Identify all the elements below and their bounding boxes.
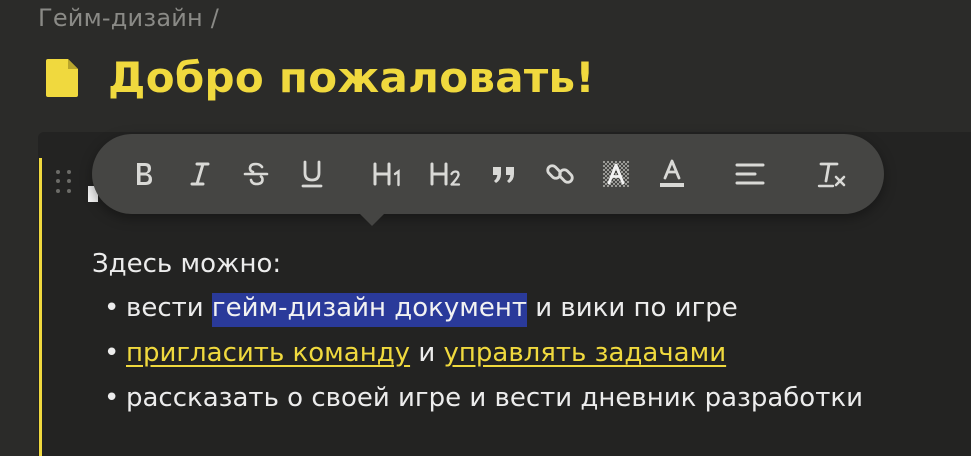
item-text: рассказать о своей игре и вести дневник … (126, 383, 863, 413)
page-header: Добро пожаловать! (44, 52, 595, 104)
highlight-icon (603, 161, 629, 187)
heading1-button[interactable] (368, 154, 408, 194)
block-accent-bar (39, 158, 42, 456)
list-item: • вести гейм-дизайн документ и вики по иг… (104, 286, 863, 331)
bullet-icon: • (104, 293, 120, 323)
page-title[interactable]: Добро пожаловать! (108, 52, 595, 104)
selected-text[interactable]: гейм-дизайн документ (211, 293, 527, 327)
text-color-icon (660, 159, 684, 187)
strikethrough-button[interactable] (236, 154, 276, 194)
manage-tasks-link[interactable]: управлять задачами (444, 338, 727, 368)
bold-icon (137, 163, 152, 185)
formatting-toolbar (92, 134, 884, 214)
underline-icon (301, 160, 323, 188)
breadcrumb[interactable]: Гейм-дизайн / (38, 4, 219, 32)
text-color-button[interactable] (652, 154, 692, 194)
quote-button[interactable] (484, 154, 524, 194)
strikethrough-icon (243, 162, 269, 186)
link-icon (546, 164, 574, 184)
feature-list: • вести гейм-дизайн документ и вики по иг… (104, 286, 863, 421)
heading2-icon (430, 162, 461, 186)
drag-handle-icon[interactable] (56, 170, 74, 194)
clear-format-icon (817, 162, 846, 188)
list-item: • рассказать о своей игре и вести дневник… (104, 376, 863, 421)
item-text: и (410, 338, 444, 368)
heading1-icon (373, 162, 400, 187)
invite-team-link[interactable]: пригласить команду (126, 338, 410, 368)
item-text: вести (126, 293, 212, 323)
item-text: и вики по игре (527, 293, 738, 323)
heading2-button[interactable] (426, 154, 466, 194)
page-icon[interactable] (44, 57, 82, 99)
bullet-icon: • (104, 383, 120, 413)
bold-button[interactable] (124, 154, 164, 194)
list-item: • пригласить команду и управлять задачами (104, 331, 863, 376)
underline-button[interactable] (292, 154, 332, 194)
highlight-button[interactable] (596, 154, 636, 194)
clear-format-button[interactable] (812, 154, 852, 194)
link-button[interactable] (540, 154, 580, 194)
intro-text: Здесь можно: (92, 249, 282, 279)
quote-icon (493, 167, 514, 183)
italic-icon (190, 162, 210, 186)
bullet-icon: • (104, 338, 120, 368)
align-button[interactable] (730, 154, 770, 194)
italic-button[interactable] (180, 154, 220, 194)
align-left-icon (735, 163, 765, 185)
toolbar-pointer (358, 212, 386, 226)
